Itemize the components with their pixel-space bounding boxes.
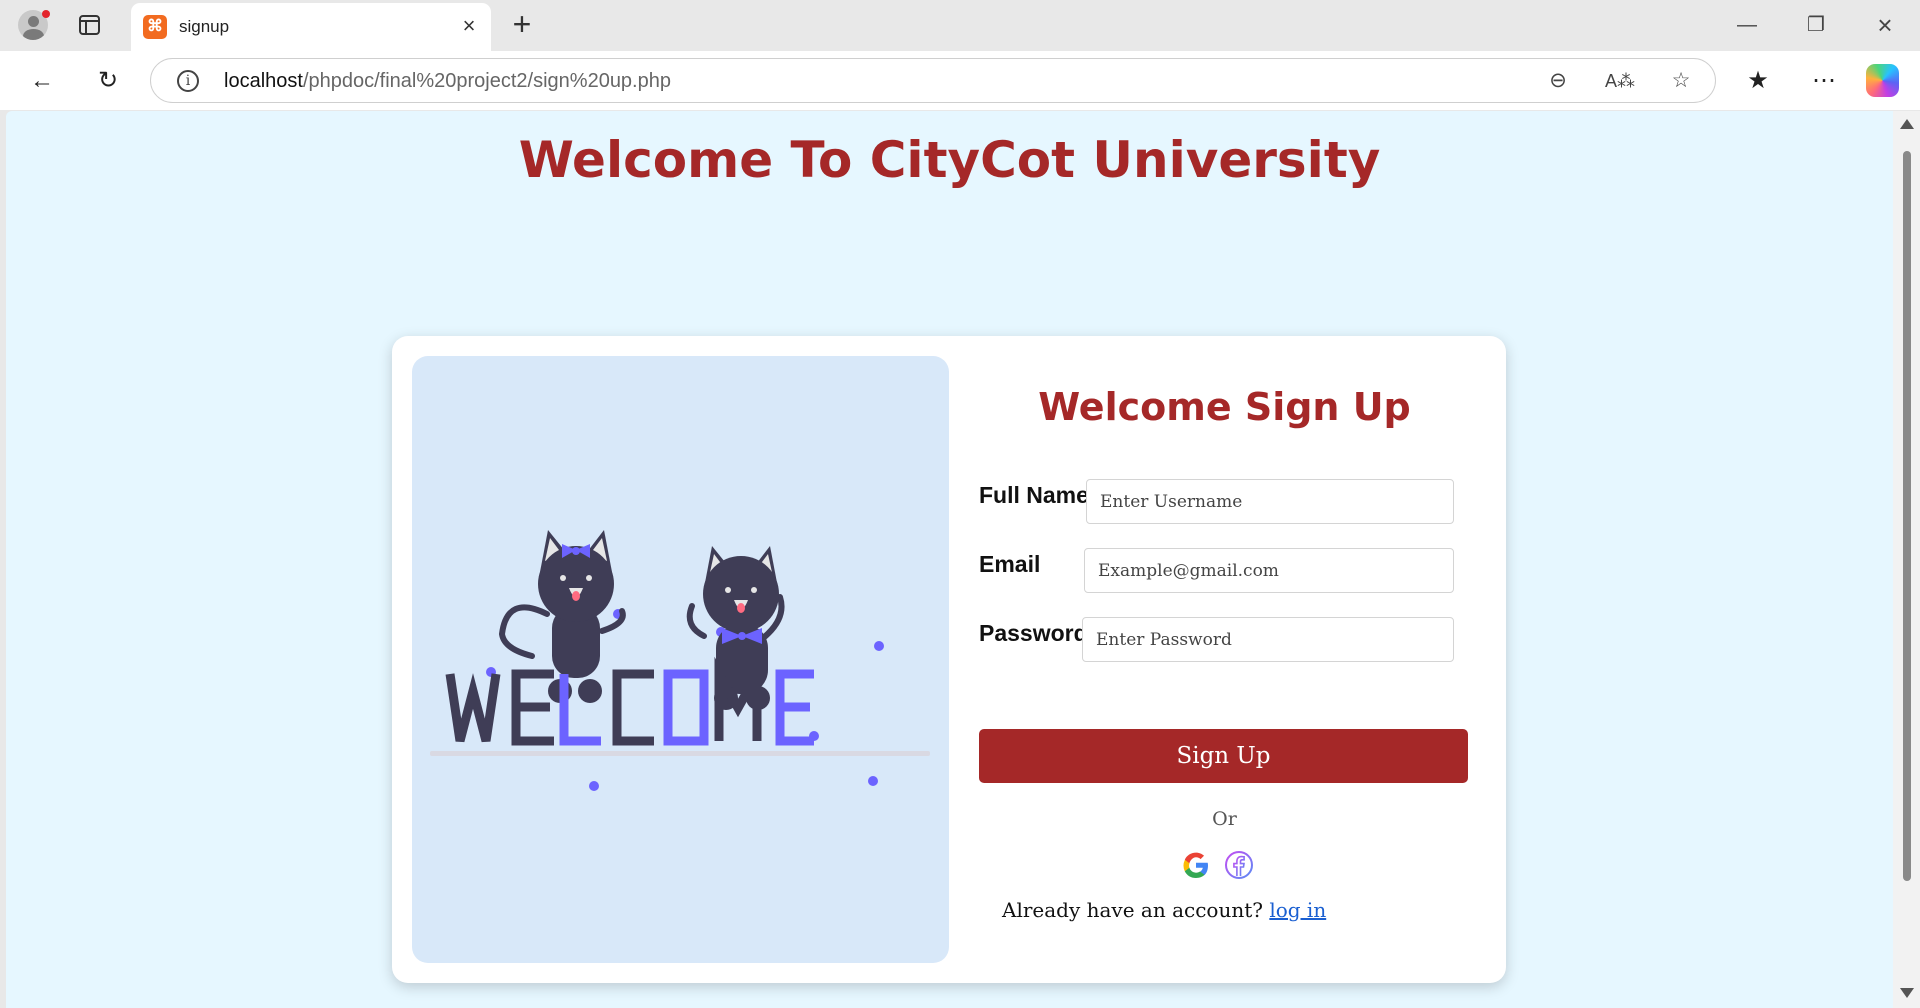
zoom-out-icon[interactable]: ⊖ (1541, 65, 1575, 97)
full-name-input[interactable] (1086, 479, 1454, 524)
login-prompt: Already have an account? log in (1002, 898, 1326, 922)
favorite-star-icon[interactable]: ☆ (1664, 65, 1698, 97)
address-bar[interactable]: i localhost/phpdoc/final%20project2/sign… (150, 58, 1716, 103)
google-icon[interactable] (1179, 848, 1213, 882)
or-divider-text: Or (1212, 808, 1237, 830)
scroll-down-arrow-icon[interactable] (1900, 988, 1914, 998)
close-tab-icon[interactable]: × (457, 14, 481, 38)
xampp-favicon-icon: ⌘ (143, 15, 167, 39)
new-tab-icon[interactable]: + (508, 8, 536, 40)
signup-card: Welcome Sign Up Full Name Email Password… (392, 336, 1506, 983)
email-input[interactable] (1084, 548, 1454, 593)
welcome-illustration (412, 356, 949, 963)
more-options-icon[interactable]: ⋯ (1804, 63, 1844, 99)
form-title: Welcome Sign Up (1038, 385, 1411, 429)
back-icon[interactable]: ← (22, 63, 62, 99)
tab-signup[interactable]: ⌘ signup × (131, 3, 491, 51)
facebook-icon[interactable] (1222, 848, 1256, 882)
copilot-icon[interactable] (1866, 64, 1899, 97)
notification-dot (42, 10, 50, 18)
tab-bar: ⌘ signup × + — ❐ × (0, 0, 1920, 51)
browser-toolbar: ← ↻ i localhost/phpdoc/final%20project2/… (0, 51, 1920, 110)
sign-up-button[interactable]: Sign Up (979, 729, 1468, 783)
login-prompt-text: Already have an account? (1002, 898, 1263, 922)
favorites-icon[interactable]: ★ (1738, 63, 1778, 99)
close-window-icon[interactable]: × (1865, 11, 1905, 39)
page-viewport: Welcome To CityCot University Welcome Si… (6, 111, 1893, 1008)
tab-title: signup (179, 17, 230, 36)
password-input[interactable] (1082, 617, 1454, 662)
site-info-icon[interactable]: i (177, 70, 199, 92)
refresh-icon[interactable]: ↻ (88, 63, 128, 99)
email-label: Email (979, 551, 1041, 577)
scroll-thumb[interactable] (1903, 151, 1911, 881)
page-scrollbar[interactable] (1893, 111, 1920, 1008)
url-text[interactable]: localhost/phpdoc/final%20project2/sign%2… (224, 70, 671, 93)
tab-actions-icon[interactable] (79, 15, 100, 35)
read-aloud-icon[interactable]: A⁂ (1603, 65, 1637, 97)
signup-form: Welcome Sign Up Full Name Email Password… (972, 356, 1477, 963)
page-title: Welcome To CityCot University (518, 131, 1381, 189)
full-name-label: Full Name (979, 482, 1089, 508)
welcome-cats-illustration (430, 530, 930, 791)
password-label: Password (979, 620, 1088, 646)
scroll-up-arrow-icon[interactable] (1900, 119, 1914, 129)
log-in-link[interactable]: log in (1269, 898, 1326, 922)
restore-icon[interactable]: ❐ (1796, 11, 1836, 39)
minimize-icon[interactable]: — (1727, 11, 1767, 39)
